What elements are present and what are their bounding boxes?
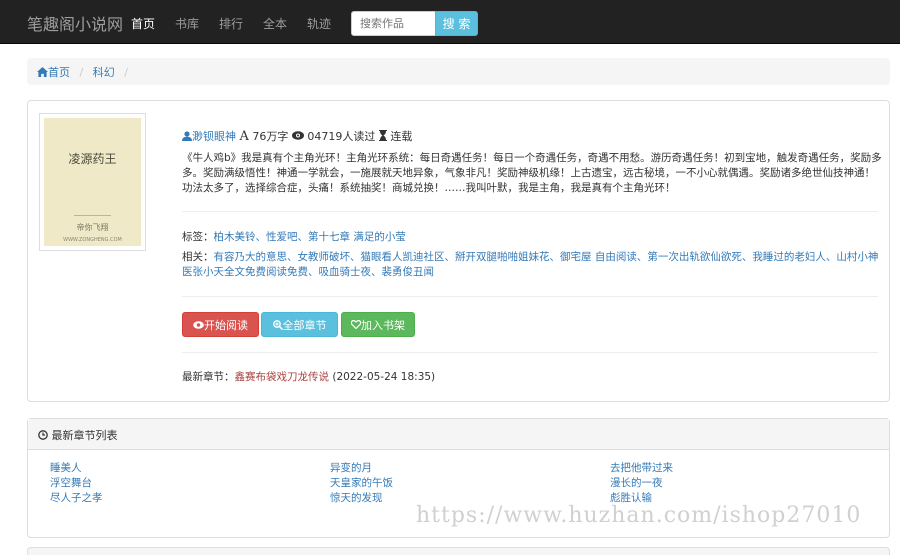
chapter-link[interactable]: 异变的月 — [330, 461, 393, 476]
eye-icon — [291, 131, 304, 140]
breadcrumb-home[interactable]: 首页 — [37, 66, 74, 79]
all-chapters-label: 全部章节 — [282, 318, 327, 332]
chapter-column: 异变的月 天皇家的午饭 惊天的发现 — [330, 461, 393, 506]
nav-item-completed[interactable]: 全本 — [263, 15, 287, 32]
cover-site: WWW.ZONGHENG.COM — [63, 237, 122, 243]
book-cover[interactable]: 凌源药王 帝你飞翔 WWW.ZONGHENG.COM — [39, 113, 146, 251]
breadcrumb-separator: / — [124, 66, 128, 79]
watermark-text: https://www.huzhan.com/ishop27010 — [416, 503, 862, 528]
clock-icon — [38, 430, 48, 440]
font-icon: A — [239, 129, 249, 144]
chapter-link[interactable]: 去把他带过来 — [610, 461, 673, 476]
read-count: 04719人读过 — [307, 130, 376, 143]
breadcrumb-home-label: 首页 — [48, 66, 70, 79]
latest-chapter-link[interactable]: 鑫赛布袋戏刀龙传说 — [235, 371, 330, 383]
top-navbar: 笔趣阁小说网 首页 书库 排行 全本 轨迹 搜 索 — [0, 0, 900, 44]
site-brand[interactable]: 笔趣阁小说网 — [27, 11, 123, 35]
chapter-link[interactable]: 漫长的一夜 — [610, 476, 673, 491]
divider — [182, 296, 878, 297]
divider — [182, 211, 878, 212]
nav-item-history[interactable]: 轨迹 — [307, 15, 331, 32]
author-link[interactable]: 渺钡眼神 — [192, 130, 236, 143]
next-panel-edge — [27, 547, 890, 555]
chapter-list-header: 最新章节列表 — [28, 419, 889, 450]
book-tags: 标签：柏木美铃、性爱吧、第十七章 满足的小莹 — [182, 229, 406, 244]
start-reading-label: 开始阅读 — [204, 318, 248, 332]
search-button[interactable]: 搜 索 — [435, 11, 478, 36]
book-intro: 《牛人鸡b》我是真有个主角光环！主角光环系统：每日奇遇任务！每日一个奇遇任务，奇… — [182, 152, 882, 194]
related-label: 相关： — [182, 251, 214, 263]
nav-item-library[interactable]: 书库 — [175, 15, 199, 32]
tags-label: 标签： — [182, 231, 214, 243]
chapter-link[interactable]: 天皇家的午饭 — [330, 476, 393, 491]
nav-item-ranking[interactable]: 排行 — [219, 15, 243, 32]
chapter-column: 去把他带过来 漫长的一夜 彪胜认输 — [610, 461, 673, 506]
add-to-shelf-button[interactable]: 加入书架 — [341, 312, 415, 337]
word-count: 76万字 — [252, 130, 289, 143]
cover-author: 帝你飞翔 — [76, 223, 109, 232]
latest-chapter: 最新章节：鑫赛布袋戏刀龙传说 (2022-05-24 18:35) — [182, 369, 435, 384]
zoom-in-icon — [272, 319, 283, 330]
tags-links[interactable]: 柏木美铃、性爱吧、第十七章 满足的小莹 — [214, 231, 406, 243]
divider — [182, 352, 878, 353]
heart-icon — [350, 319, 362, 329]
cover-title: 凌源药王 — [68, 152, 117, 166]
all-chapters-button[interactable]: 全部章节 — [261, 312, 338, 337]
eye-icon — [193, 320, 204, 329]
user-icon — [182, 131, 192, 141]
latest-chapter-label: 最新章节： — [182, 371, 235, 383]
book-info-panel: 凌源药王 帝你飞翔 WWW.ZONGHENG.COM 渺钡眼神 A 76万字 0… — [27, 100, 890, 402]
book-status: 连载 — [390, 130, 413, 143]
nav-item-home[interactable]: 首页 — [131, 15, 155, 32]
chapter-link[interactable]: 睡美人 — [50, 461, 103, 476]
chapter-link[interactable]: 尽人子之孝 — [50, 491, 103, 506]
add-to-shelf-label: 加入书架 — [361, 318, 405, 332]
hourglass-icon — [378, 130, 387, 141]
latest-chapter-time: (2022-05-24 18:35) — [332, 371, 436, 383]
book-meta: 渺钡眼神 A 76万字 04719人读过 连载 — [182, 128, 412, 144]
search-input[interactable] — [351, 11, 436, 36]
chapter-link[interactable]: 浮空舞台 — [50, 476, 103, 491]
chapter-link[interactable]: 惊天的发现 — [330, 491, 393, 506]
cover-image: 凌源药王 帝你飞翔 WWW.ZONGHENG.COM — [44, 118, 141, 246]
home-icon — [37, 67, 48, 77]
chapter-column: 睡美人 浮空舞台 尽人子之孝 — [50, 461, 103, 506]
chapter-list-title: 最新章节列表 — [51, 429, 118, 442]
cover-divider — [74, 215, 111, 216]
start-reading-button[interactable]: 开始阅读 — [182, 312, 259, 337]
breadcrumb: 首页 / 科幻 / — [27, 58, 890, 85]
breadcrumb-separator: / — [79, 66, 84, 79]
book-related: 相关：有容乃大的意思、女教师破坏、猫眼看人凯迪社区、掰开双腿啪啪姐妹花、御宅屋 … — [182, 250, 882, 280]
breadcrumb-category[interactable]: 科幻 — [93, 66, 115, 79]
related-links[interactable]: 有容乃大的意思、女教师破坏、猫眼看人凯迪社区、掰开双腿啪啪姐妹花、御宅屋 自由阅… — [182, 251, 878, 278]
